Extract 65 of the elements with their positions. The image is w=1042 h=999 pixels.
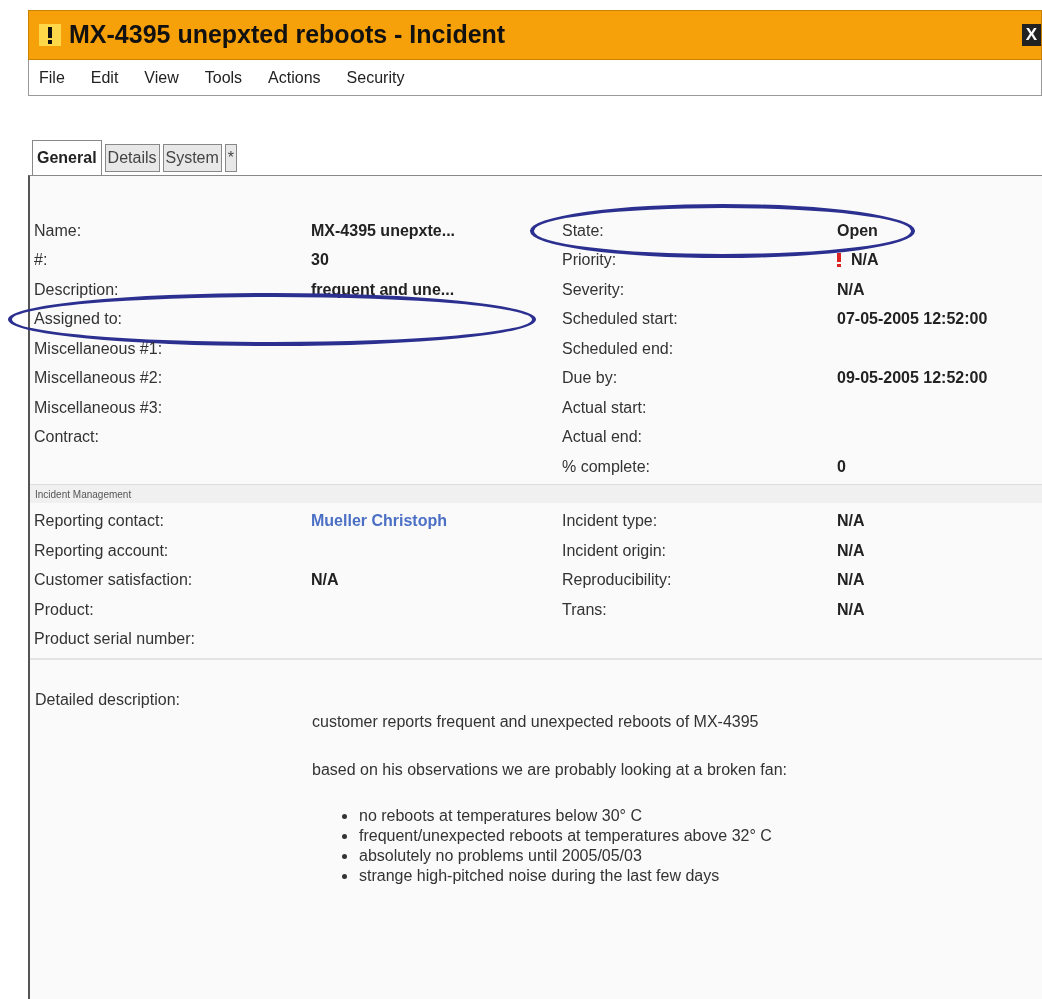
field-value: N/A [837,540,865,561]
field-label: Reproducibility: [562,570,673,591]
menu-item[interactable]: File [39,65,65,90]
field-label: Priority: [562,250,618,271]
field-label: Contract: [34,427,100,448]
bullet-icon [342,873,347,879]
field-label: Due by: [562,368,619,389]
field-label: Scheduled end: [562,338,675,359]
bullet-item: frequent/unexpected reboots at temperatures above 32° C [359,826,772,846]
field-value: N/A [311,570,339,591]
tab[interactable]: * [224,144,238,172]
field-value: N/A [837,511,865,532]
field-label: Miscellaneous #1: [34,338,164,359]
contact-link[interactable]: Mueller Christoph [311,509,447,534]
field-value: N/A [837,570,865,591]
field-value: 30 [311,250,329,271]
description-text: customer reports frequent and unexpected reboots of MX-4395 [312,712,760,732]
bullet-icon [342,813,347,819]
field-label: Trans: [562,599,608,620]
bullet-item: no reboots at temperatures below 30° C [359,806,642,826]
window-title: MX-4395 unepxted reboots - Incident [69,19,506,51]
field-label: Actual start: [562,397,648,418]
menu-item[interactable]: View [144,65,179,90]
field-value: MX-4395 unepxte... [311,220,456,241]
bullet-item: strange high-pitched noise during the last few days [359,866,720,886]
tab[interactable]: Details [104,144,160,172]
field-value: N/A [851,250,879,271]
field-label: Reporting account: [34,540,170,561]
field-label: #: [34,250,49,271]
section-title: Incident Management [30,483,1042,503]
field-label: Actual end: [562,427,644,448]
close-button[interactable]: X [1021,23,1041,47]
menu-item[interactable]: Actions [268,65,321,90]
field-label: Product serial number: [34,629,196,650]
field-label: Miscellaneous #3: [34,397,164,418]
field-label: Incident origin: [562,540,668,561]
field-value: Open [837,220,878,241]
field-label: Scheduled start: [562,309,679,330]
field-value: 09-05-2005 12:52:00 [837,368,988,389]
field-label: Severity: [562,279,626,300]
tab[interactable]: System [162,144,222,172]
menu-item[interactable]: Tools [204,65,243,90]
field-label: State: [562,220,605,241]
tab[interactable]: General [32,140,102,176]
field-label: Miscellaneous #2: [34,368,164,389]
field-value: 07-05-2005 12:52:00 [837,309,988,330]
field-value: N/A [837,599,865,620]
field-label: % complete: [562,456,652,477]
field-value: 0 [837,456,846,477]
field-label: Reporting contact: [34,511,165,532]
field-label: Customer satisfaction: [34,570,194,591]
menu-item[interactable]: Security [346,65,405,90]
bullet-item: absolutely no problems until 2005/05/03 [359,846,642,866]
field-label: Product: [34,599,95,620]
description-text: based on his observations we are probably looking at a broken fan: [312,760,787,780]
field-label: Description: [34,279,120,300]
bullet-icon [342,833,347,839]
menu-item[interactable]: Edit [90,65,119,90]
field-label: Detailed description: [35,690,181,710]
field-label: Assigned to: [34,309,124,330]
field-label: Incident type: [562,511,659,532]
bullet-icon [342,853,347,859]
field-value: N/A [837,279,865,300]
warning-icon [39,24,61,46]
field-label: Name: [34,220,83,241]
